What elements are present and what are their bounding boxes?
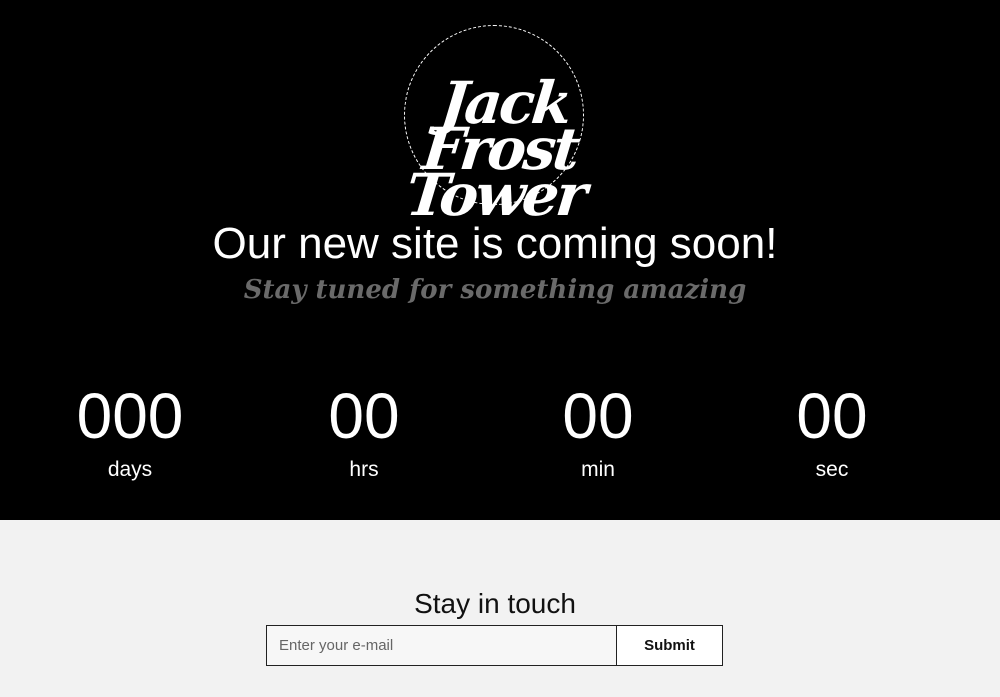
hero-section: Jack Frost Tower Our new site is coming … <box>0 0 1000 520</box>
countdown-minutes: 00 min <box>498 380 698 484</box>
page-subheadline: Stay tuned for something amazing <box>243 275 747 305</box>
countdown-seconds-label: sec <box>815 458 849 481</box>
submit-button[interactable]: Submit <box>617 626 722 665</box>
countdown-hours: 00 hrs <box>264 380 464 484</box>
email-input[interactable] <box>267 626 617 665</box>
countdown-seconds-value: 00 <box>796 380 868 452</box>
newsletter-form: Submit <box>266 625 723 666</box>
newsletter-title: Stay in touch <box>414 588 576 619</box>
countdown-hours-value: 00 <box>328 380 400 452</box>
newsletter-section: Stay in touch Submit <box>0 520 1000 697</box>
countdown-hours-label: hrs <box>349 458 379 481</box>
countdown-days-label: days <box>107 458 153 481</box>
countdown-minutes-value: 00 <box>562 380 634 452</box>
page-headline: Our new site is coming soon! <box>212 219 778 268</box>
site-logo[interactable]: Jack Frost Tower <box>402 69 598 229</box>
countdown-days: 000 days <box>30 380 230 484</box>
countdown-days-value: 000 <box>76 380 184 452</box>
countdown-seconds: 00 sec <box>732 380 932 484</box>
logo-line-3: Tower <box>402 161 588 229</box>
countdown-minutes-label: min <box>581 458 615 481</box>
